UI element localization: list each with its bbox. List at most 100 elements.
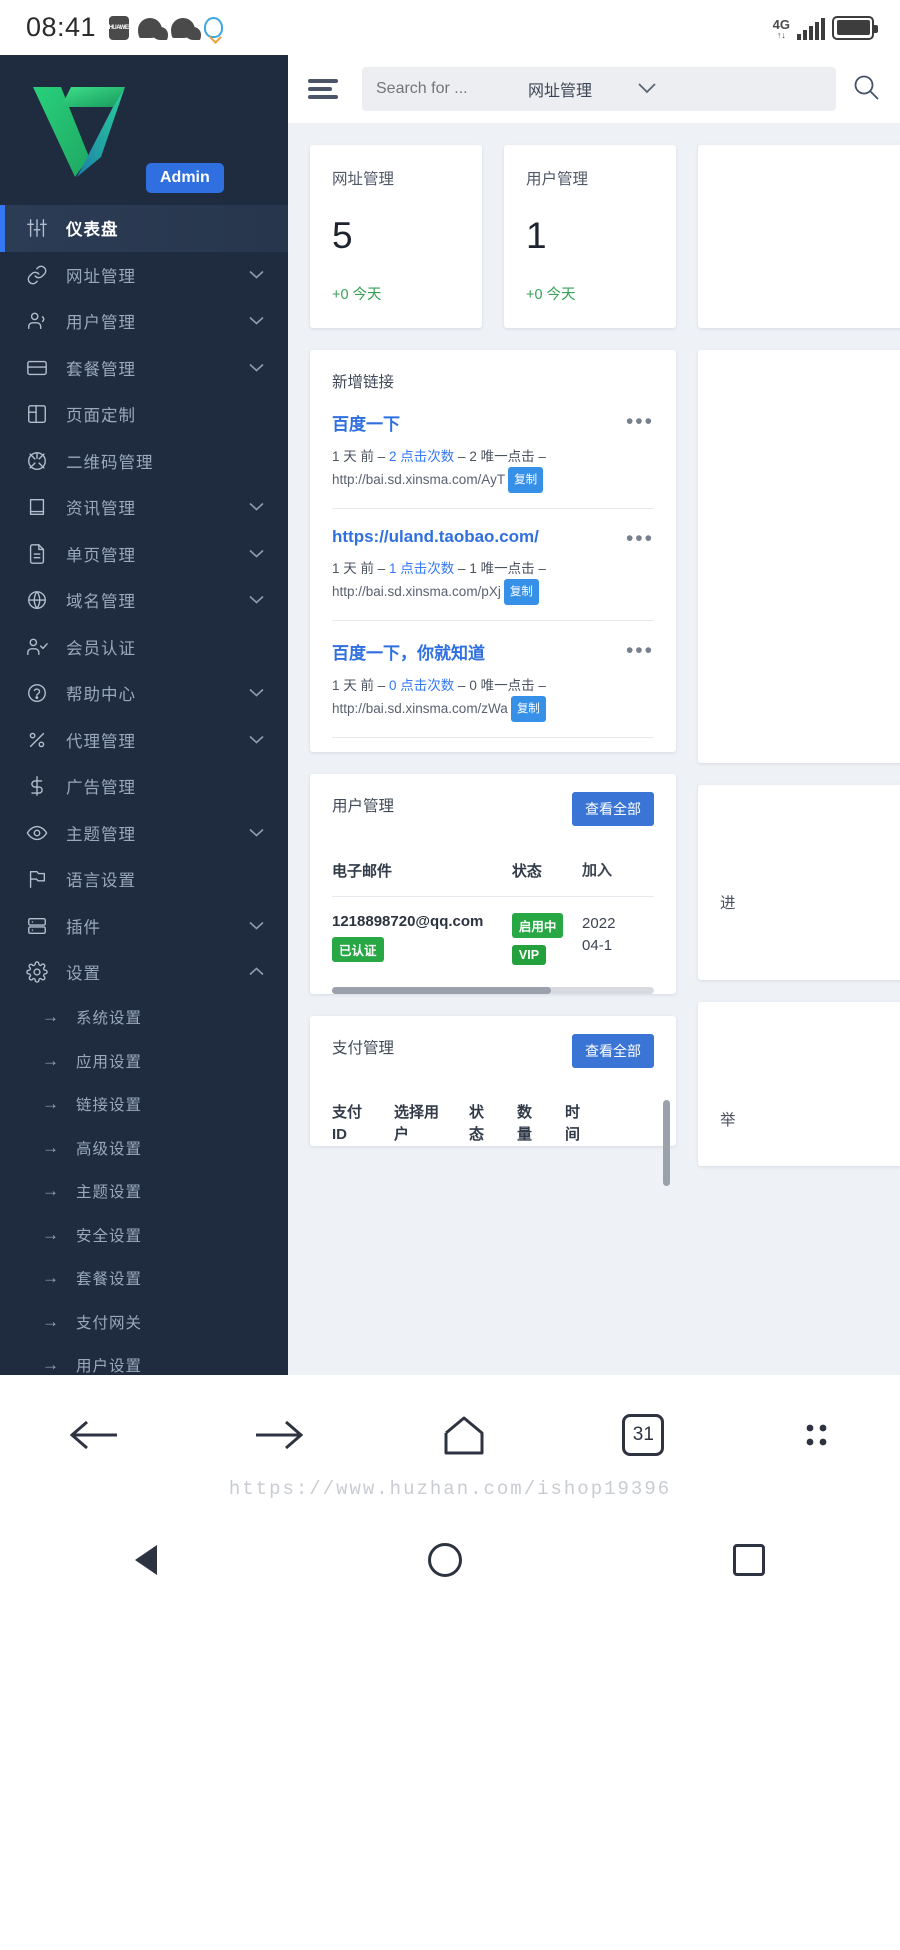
- arrow-right-icon: →: [42, 1311, 59, 1331]
- peek-card-3: 进: [698, 785, 900, 980]
- horizontal-scrollbar[interactable]: [332, 987, 654, 994]
- copy-button[interactable]: 复制: [508, 467, 544, 493]
- payment-view-all-button[interactable]: 查看全部: [572, 1034, 654, 1068]
- row-menu-icon[interactable]: •••: [626, 410, 654, 434]
- home-icon[interactable]: [440, 1413, 488, 1457]
- sidebar-subitem-8[interactable]: → 用户设置: [0, 1344, 288, 1375]
- recent-link-meta: 1 天 前 – 1 点击次数 – 1 唯一点击 – http://bai.sd.x…: [332, 558, 654, 606]
- more-menu-icon[interactable]: [799, 1416, 833, 1454]
- search-box[interactable]: 网址管理: [362, 67, 836, 111]
- sidebar-subitem-4[interactable]: → 主题设置: [0, 1170, 288, 1214]
- sidebar-item-1[interactable]: 网址管理: [0, 252, 288, 299]
- stat-card-links[interactable]: 网址管理 5 +0 今天: [310, 145, 482, 328]
- tab-count-button[interactable]: 31: [622, 1414, 665, 1456]
- link-age: 1 天 前: [332, 449, 375, 464]
- sidebar-item-label: 资讯管理: [66, 500, 136, 519]
- link-unique: 0 唯一点击: [469, 678, 535, 693]
- sidebar-subitem-6[interactable]: → 套餐设置: [0, 1257, 288, 1301]
- sidebar-item-label: 用户管理: [66, 314, 136, 333]
- search-icon[interactable]: [852, 73, 880, 106]
- battery-icon: [832, 15, 878, 40]
- sidebar-subitem-label: 系统设置: [76, 1010, 143, 1028]
- sidebar-item-13[interactable]: 主题管理: [0, 810, 288, 857]
- admin-badge: Admin: [146, 163, 224, 193]
- android-navigation-bar: [0, 1505, 900, 1615]
- chevron-down-icon: [249, 689, 264, 698]
- sidebar-subitem-0[interactable]: → 系统设置: [0, 996, 288, 1040]
- top-bar: 网址管理: [288, 55, 900, 123]
- book-icon: [26, 496, 60, 518]
- sidebar-item-label: 仪表盘: [66, 221, 119, 240]
- peek-card-4-label: 举: [720, 1112, 736, 1129]
- sidebar-subitem-5[interactable]: → 安全设置: [0, 1213, 288, 1257]
- payment-card: 支付管理 查看全部 支付 ID 选择用 户 状 态 数 量 时 间: [310, 1016, 676, 1186]
- sidebar-item-16[interactable]: 设置: [0, 949, 288, 996]
- square-recents-icon[interactable]: [732, 1544, 765, 1576]
- sidebar-item-14[interactable]: 语言设置: [0, 856, 288, 903]
- arrow-right-icon: →: [42, 1007, 59, 1027]
- recent-link-title[interactable]: https://uland.taobao.com/: [332, 527, 654, 547]
- copy-button[interactable]: 复制: [503, 579, 539, 605]
- dollar-icon: [26, 775, 60, 797]
- circle-home-icon[interactable]: [427, 1543, 462, 1577]
- sidebar-item-8[interactable]: 域名管理: [0, 577, 288, 624]
- sidebar-subitem-label: 套餐设置: [76, 1271, 143, 1289]
- arrow-right-icon: →: [42, 1355, 59, 1375]
- credit-card-icon: [26, 357, 60, 379]
- recent-link-row[interactable]: 百度一下，你就知道 ••• 1 天 前 – 0 点击次数 – 0 唯一点击 – htt…: [332, 621, 654, 738]
- stat-card-users[interactable]: 用户管理 1 +0 今天: [504, 145, 676, 328]
- sidebar-subitem-label: 主题设置: [76, 1184, 143, 1202]
- sidebar-item-0[interactable]: 仪表盘: [0, 205, 288, 252]
- column-select-user: 选择用 户: [394, 1102, 469, 1146]
- recent-link-row[interactable]: https://uland.taobao.com/••• 1 天 前 – 1 点击…: [332, 509, 654, 621]
- peek-card-1: [698, 145, 900, 328]
- sidebar-item-label: 语言设置: [66, 872, 136, 891]
- column-pay-id-l2: ID: [332, 1126, 347, 1143]
- sidebar-item-label: 广告管理: [66, 779, 136, 798]
- sidebar-item-7[interactable]: 单页管理: [0, 531, 288, 578]
- sidebar-subitem-7[interactable]: → 支付网关: [0, 1300, 288, 1344]
- sidebar-subitem-3[interactable]: → 高级设置: [0, 1126, 288, 1170]
- cell-joined: 2022 04-1: [582, 913, 654, 965]
- sidebar-item-6[interactable]: 资讯管理: [0, 484, 288, 531]
- sidebar-item-2[interactable]: 用户管理: [0, 298, 288, 345]
- sidebar-item-15[interactable]: 插件: [0, 903, 288, 950]
- vertical-scrollbar[interactable]: [663, 1100, 670, 1186]
- sidebar-item-9[interactable]: 会员认证: [0, 624, 288, 671]
- sidebar-item-label: 设置: [66, 965, 101, 984]
- sidebar-item-11[interactable]: 代理管理: [0, 717, 288, 764]
- sidebar-item-5[interactable]: 二维码管理: [0, 438, 288, 485]
- users-view-all-button[interactable]: 查看全部: [572, 792, 654, 826]
- row-menu-icon[interactable]: •••: [626, 527, 654, 551]
- recent-link-title[interactable]: 百度一下，你就知道: [332, 639, 654, 664]
- status-time: 08:41: [26, 12, 97, 42]
- search-scope-select[interactable]: 网址管理: [528, 77, 656, 101]
- sidebar-item-4[interactable]: 页面定制: [0, 391, 288, 438]
- recent-link-row[interactable]: 百度一下 ••• 1 天 前 – 2 点击次数 – 2 唯一点击 – http://b…: [332, 392, 654, 509]
- sidebar-item-12[interactable]: 广告管理: [0, 763, 288, 810]
- table-row[interactable]: 1218898720@qq.com 已认证 启用中 VIP 2022 04-1: [332, 897, 654, 975]
- link-age: 1 天 前: [332, 561, 375, 576]
- payment-table-header: 支付 ID 选择用 户 状 态 数 量 时 间: [332, 1102, 654, 1146]
- peek-card-2: [698, 350, 900, 763]
- copy-button[interactable]: 复制: [510, 696, 546, 722]
- row-menu-icon[interactable]: •••: [626, 639, 654, 663]
- signal-bars-icon: [797, 17, 825, 40]
- sidebar-item-label: 会员认证: [66, 639, 136, 658]
- hamburger-menu-icon[interactable]: [308, 75, 342, 103]
- forward-arrow-icon[interactable]: [254, 1416, 306, 1454]
- column-amount-l2: 量: [517, 1126, 533, 1143]
- recent-link-title[interactable]: 百度一下: [332, 410, 654, 435]
- sidebar-item-10[interactable]: 帮助中心: [0, 670, 288, 717]
- search-input[interactable]: [376, 80, 506, 98]
- stat-delta: +0 今天: [332, 287, 382, 303]
- sidebar-item-3[interactable]: 套餐管理: [0, 345, 288, 392]
- sidebar-subitem-2[interactable]: → 链接设置: [0, 1083, 288, 1127]
- status-notification-icons: HUAWEI: [109, 15, 224, 40]
- chevron-down-icon: [249, 317, 264, 326]
- recent-link-meta: 1 天 前 – 2 点击次数 – 2 唯一点击 – http://bai.sd.x…: [332, 446, 654, 494]
- sidebar-subitem-1[interactable]: → 应用设置: [0, 1039, 288, 1083]
- wechat-icon-2: [171, 17, 202, 40]
- triangle-back-icon[interactable]: [135, 1545, 158, 1575]
- back-arrow-icon[interactable]: [67, 1416, 119, 1454]
